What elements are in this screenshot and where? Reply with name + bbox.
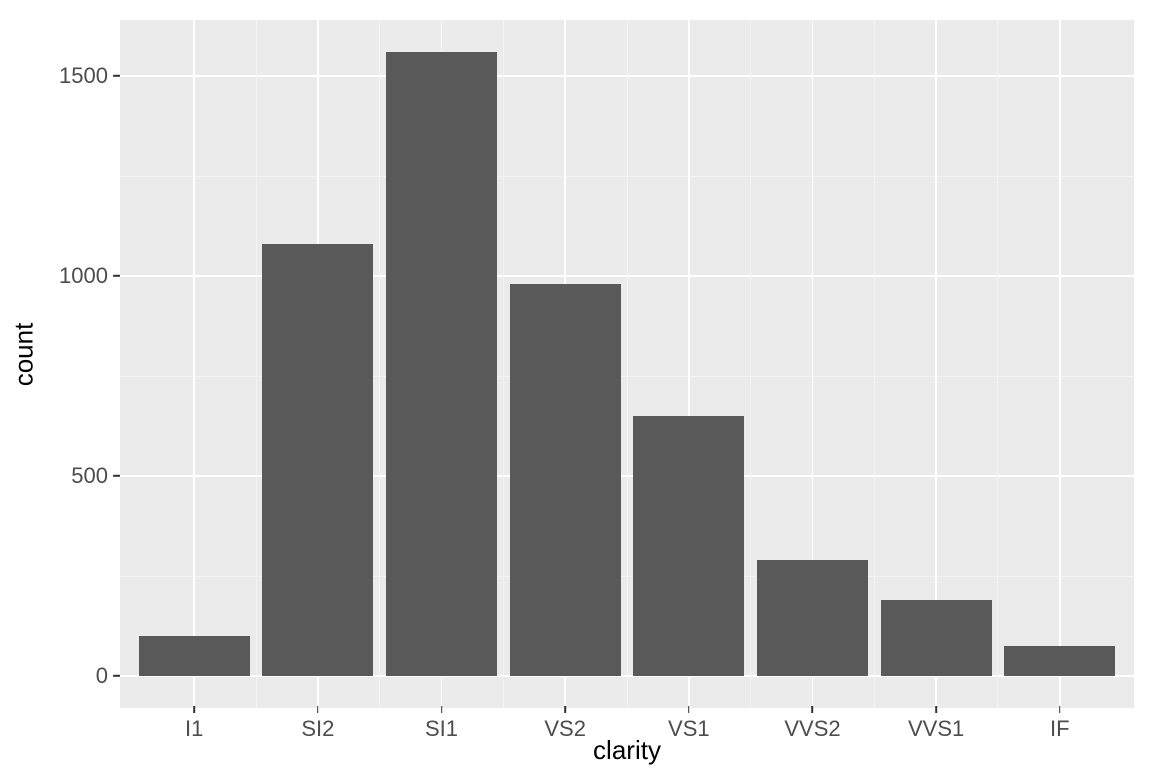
y-tick-mark — [113, 75, 120, 77]
bar — [510, 284, 621, 676]
y-tick-mark — [113, 475, 120, 477]
bar — [757, 560, 868, 676]
grid-minor-v — [997, 20, 998, 708]
grid-minor-v — [627, 20, 628, 708]
y-tick-label: 1500 — [59, 63, 108, 89]
grid-minor-v — [874, 20, 875, 708]
x-tick-mark — [1059, 706, 1061, 713]
y-tick-mark — [113, 275, 120, 277]
y-tick-label: 500 — [71, 463, 108, 489]
bar-chart: count 0 500 1000 1500 I1SI2SI1VS2VS1VVS2VVS… — [0, 0, 1152, 768]
bar — [139, 636, 250, 676]
grid-minor-v — [256, 20, 257, 708]
y-axis-title-text: count — [9, 322, 40, 386]
x-tick-mark — [317, 706, 319, 713]
y-tick-mark — [113, 675, 120, 677]
grid-minor-v — [750, 20, 751, 708]
bar — [881, 600, 992, 676]
x-tick-mark — [935, 706, 937, 713]
y-axis-ticks: 0 500 1000 1500 — [42, 20, 120, 708]
grid-minor-v — [379, 20, 380, 708]
x-tick-mark — [564, 706, 566, 713]
y-tick-label: 1000 — [59, 263, 108, 289]
x-axis-ticks: I1SI2SI1VS2VS1VVS2VVS1IF — [120, 710, 1134, 734]
bar — [262, 244, 373, 676]
bar — [1004, 646, 1115, 676]
bar — [386, 52, 497, 676]
y-axis-title: count — [6, 0, 42, 708]
grid-minor-v — [503, 20, 504, 708]
bar — [633, 416, 744, 676]
x-axis-title: clarity — [120, 735, 1134, 766]
x-tick-mark — [812, 706, 814, 713]
x-tick-mark — [688, 706, 690, 713]
x-axis-title-text: clarity — [593, 735, 661, 765]
grid-major-v — [193, 20, 195, 708]
y-tick-label: 0 — [96, 663, 108, 689]
plot-panel — [120, 20, 1134, 708]
grid-major-v — [1059, 20, 1061, 708]
x-tick-mark — [193, 706, 195, 713]
x-tick-mark — [441, 706, 443, 713]
